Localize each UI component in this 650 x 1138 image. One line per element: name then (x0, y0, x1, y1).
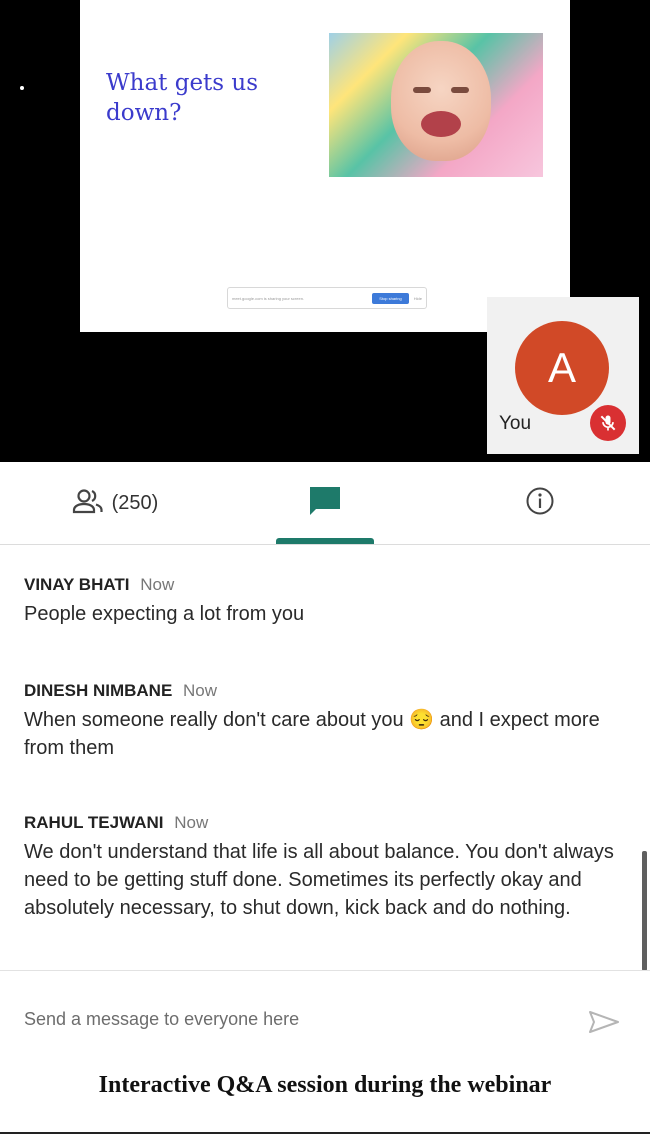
message-author: VINAY BHATI (24, 575, 130, 594)
shared-slide: What gets us down? meet.google.com is sh… (80, 0, 570, 332)
message-text: We don't understand that life is all abo… (24, 841, 614, 919)
message-author: DINESH NIMBANE (24, 681, 173, 700)
crying-baby-image (329, 33, 543, 177)
chat-bubble-icon (308, 485, 342, 522)
message-time: Now (183, 681, 218, 700)
figure-caption: Interactive Q&A session during the webin… (98, 1072, 552, 1098)
chat-message-list[interactable]: VINAY BHATI Now People expecting a lot f… (0, 545, 650, 971)
people-icon (72, 488, 104, 519)
message-author: RAHUL TEJWANI (24, 813, 164, 832)
message-time: Now (174, 813, 209, 832)
send-icon (587, 1009, 621, 1040)
active-tab-indicator (276, 538, 374, 544)
slide-title: What gets us down? (106, 70, 259, 126)
presentation-stage: What gets us down? meet.google.com is sh… (0, 0, 650, 462)
hide-sharing-bar-button[interactable]: Hide (414, 296, 422, 301)
message-composer: Send a message to everyone here (0, 970, 650, 1071)
sharing-message: meet.google.com is sharing your screen. (232, 295, 305, 301)
screen-sharing-bar: meet.google.com is sharing your screen. … (227, 287, 427, 309)
mic-off-icon (590, 405, 626, 441)
pointer-dot (20, 86, 24, 90)
message-text: When someone really don't care about you… (24, 709, 600, 759)
tab-info[interactable] (500, 462, 580, 544)
participant-name: You (499, 413, 532, 434)
message-time: Now (140, 575, 175, 594)
chat-message: DINESH NIMBANE Now When someone really d… (24, 681, 624, 762)
caption-divider (0, 1132, 650, 1134)
chat-scrollbar[interactable] (642, 851, 647, 971)
chat-message: VINAY BHATI Now People expecting a lot f… (24, 575, 624, 628)
baby-face (391, 41, 491, 161)
send-button[interactable] (586, 1009, 622, 1039)
stop-sharing-button[interactable]: Stop sharing (372, 292, 409, 304)
tab-chat[interactable] (276, 462, 374, 544)
participant-count: (250) (111, 491, 159, 514)
info-icon (525, 486, 555, 521)
tab-people[interactable]: (250) (40, 462, 190, 544)
avatar: A (515, 321, 609, 415)
message-text: People expecting a lot from you (24, 603, 305, 625)
self-video-tile[interactable]: A You (487, 297, 639, 454)
message-input[interactable]: Send a message to everyone here (24, 1009, 299, 1030)
panel-tabs: (250) (0, 462, 650, 545)
chat-message: RAHUL TEJWANI Now We don't understand th… (24, 813, 624, 922)
